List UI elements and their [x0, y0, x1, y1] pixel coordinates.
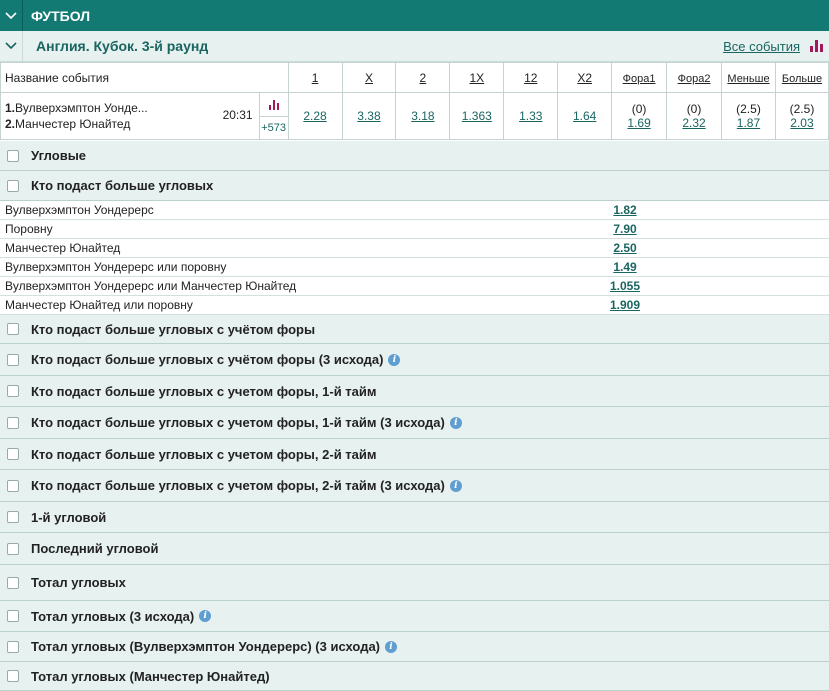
league-row[interactable]: Англия. Кубок. 3-й раунд Все события: [0, 30, 829, 62]
market-row[interactable]: Кто подаст больше угловых с учётом форы …: [0, 344, 829, 376]
market-row[interactable]: Тотал угловых: [0, 565, 829, 601]
info-icon[interactable]: i: [388, 353, 401, 366]
col-12[interactable]: 12: [524, 71, 537, 85]
sport-header[interactable]: ФУТБОЛ: [0, 0, 829, 31]
market-row[interactable]: 1-й угловой: [0, 502, 829, 533]
odd-2[interactable]: 3.18: [411, 109, 434, 123]
col-x2[interactable]: X2: [577, 71, 592, 85]
col-1[interactable]: 1: [312, 71, 319, 85]
fora1-cell[interactable]: (0) 1.69: [611, 92, 668, 140]
selection-odd[interactable]: 7.90: [560, 222, 690, 236]
sport-title: ФУТБОЛ: [31, 7, 91, 24]
info-icon[interactable]: i: [385, 640, 398, 653]
col-x[interactable]: X: [365, 71, 373, 85]
event-table: Название события 1 X 2 1X 12 X2 Фора1 Фо…: [0, 62, 829, 140]
market-row[interactable]: Последний угловой: [0, 533, 829, 565]
odd-1x[interactable]: 1.363: [462, 109, 492, 123]
checkbox-icon[interactable]: [7, 479, 19, 492]
less-cell[interactable]: (2.5) 1.87: [721, 92, 776, 140]
col-less[interactable]: Меньше: [727, 73, 769, 85]
checkbox-icon[interactable]: [7, 416, 19, 429]
market-row[interactable]: Тотал угловых (3 исхода) i: [0, 601, 829, 632]
checkbox-icon[interactable]: [7, 576, 19, 589]
odd-x[interactable]: 3.38: [357, 109, 380, 123]
info-icon[interactable]: i: [449, 479, 462, 492]
selection-row[interactable]: Вулверхэмптон Уондерерс или поровну 1.49: [0, 258, 829, 277]
event-teams[interactable]: 1.Вулверхэмптон Уонде... 2.Манчестер Юна…: [0, 92, 260, 140]
chevron-down-icon[interactable]: [0, 0, 23, 31]
checkbox-icon[interactable]: [7, 179, 19, 192]
market-row[interactable]: Угловые: [0, 141, 829, 171]
checkbox-icon[interactable]: [7, 448, 19, 460]
col-fora1[interactable]: Фора1: [623, 73, 656, 85]
checkbox-icon[interactable]: [7, 542, 19, 555]
market-row[interactable]: Кто подаст больше угловых с учетом форы,…: [0, 439, 829, 470]
odd-12[interactable]: 1.33: [519, 109, 542, 123]
all-events-link[interactable]: Все события: [723, 39, 800, 54]
col-1x[interactable]: 1X: [469, 71, 484, 85]
selection-row[interactable]: Вулверхэмптон Уондерерс 1.82: [0, 201, 829, 220]
checkbox-icon[interactable]: [7, 610, 19, 622]
market-row[interactable]: Тотал угловых (Манчестер Юнайтед): [0, 662, 829, 691]
team1: 1.Вулверхэмптон Уонде...: [5, 101, 148, 115]
bar-chart-icon[interactable]: [259, 94, 288, 117]
market-row[interactable]: Кто подаст больше угловых с учётом форы: [0, 315, 829, 344]
checkbox-icon[interactable]: [7, 511, 19, 523]
chevron-down-icon[interactable]: [0, 30, 23, 62]
checkbox-icon[interactable]: [7, 149, 19, 162]
odd-x2[interactable]: 1.64: [573, 109, 596, 123]
checkbox-icon[interactable]: [7, 640, 19, 653]
fora2-cell[interactable]: (0) 2.32: [666, 92, 722, 140]
more-markets-count[interactable]: +573: [260, 117, 288, 139]
checkbox-icon[interactable]: [7, 670, 19, 682]
selection-odd[interactable]: 1.49: [560, 260, 690, 274]
stats-cell: +573: [258, 92, 289, 140]
market-row[interactable]: Кто подаст больше угловых с учетом форы,…: [0, 407, 829, 439]
checkbox-icon[interactable]: [7, 385, 19, 397]
info-icon[interactable]: i: [199, 610, 212, 622]
checkbox-icon[interactable]: [7, 323, 19, 335]
event-time: 20:31: [222, 108, 253, 122]
selection-odd[interactable]: 1.055: [560, 279, 690, 293]
event-row: 1.Вулверхэмптон Уонде... 2.Манчестер Юна…: [0, 92, 829, 140]
selection-row[interactable]: Поровну 7.90: [0, 220, 829, 239]
market-row[interactable]: Тотал угловых (Вулверхэмптон Уондерерс) …: [0, 632, 829, 662]
col-2[interactable]: 2: [420, 71, 427, 85]
selection-row[interactable]: Манчестер Юнайтед или поровну 1.909: [0, 296, 829, 315]
selection-odd[interactable]: 2.50: [560, 241, 690, 255]
league-title: Англия. Кубок. 3-й раунд: [36, 38, 209, 54]
market-row[interactable]: Кто подаст больше угловых с учетом форы,…: [0, 376, 829, 407]
col-more[interactable]: Больше: [782, 73, 822, 85]
more-cell[interactable]: (2.5) 2.03: [774, 92, 829, 140]
selection-odd[interactable]: 1.82: [560, 203, 690, 217]
selection-row[interactable]: Вулверхэмптон Уондерерс или Манчестер Юн…: [0, 277, 829, 296]
col-fora2[interactable]: Фора2: [678, 73, 711, 85]
table-header-row: Название события 1 X 2 1X 12 X2 Фора1 Фо…: [0, 62, 829, 93]
market-row[interactable]: Кто подаст больше угловых: [0, 171, 829, 201]
checkbox-icon[interactable]: [7, 353, 19, 366]
bar-chart-icon[interactable]: [810, 40, 823, 52]
odd-1[interactable]: 2.28: [303, 109, 326, 123]
selection-row[interactable]: Манчестер Юнайтед 2.50: [0, 239, 829, 258]
team2: 2.Манчестер Юнайтед: [5, 117, 131, 131]
selection-odd[interactable]: 1.909: [560, 298, 690, 312]
col-event-name: Название события: [0, 62, 289, 93]
info-icon[interactable]: i: [449, 416, 462, 429]
market-row[interactable]: Кто подаст больше угловых с учетом форы,…: [0, 470, 829, 502]
